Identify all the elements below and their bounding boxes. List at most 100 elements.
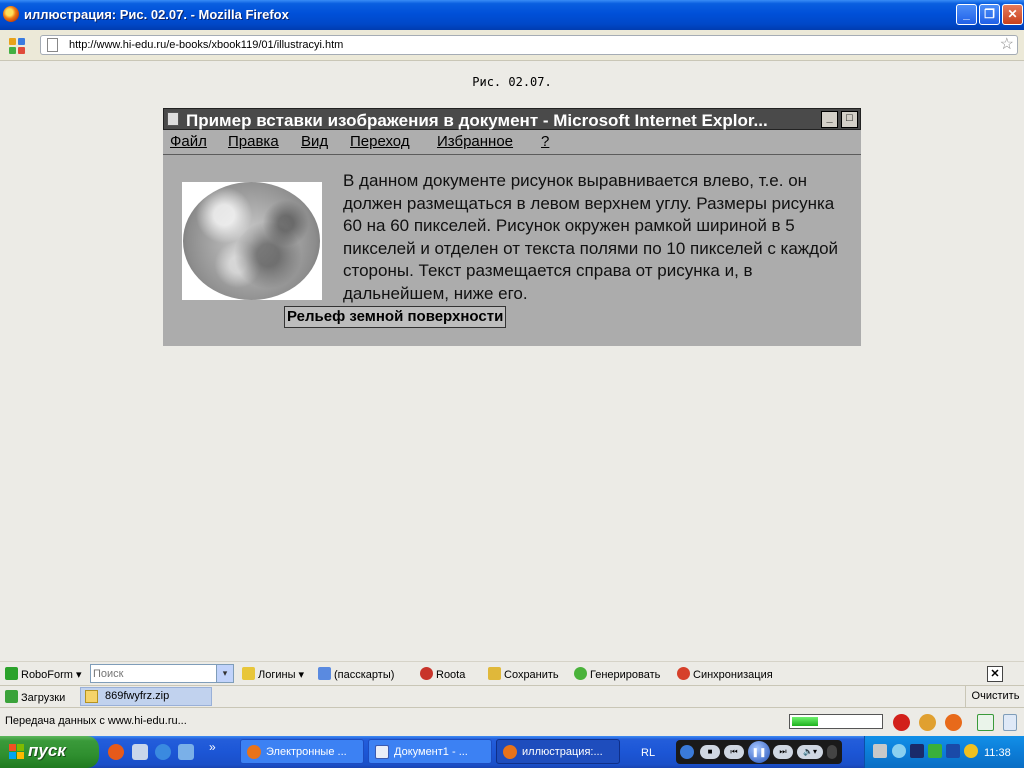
progress-fill (792, 717, 818, 726)
ie-maximize-button: □ (841, 111, 858, 128)
firefox-icon (503, 745, 517, 759)
stop-button[interactable]: ■ (700, 745, 720, 759)
task-label: Документ1 - ... (394, 746, 468, 758)
image-tooltip: Рельеф земной поверхности (284, 306, 507, 328)
navigation-bar: http://www.hi-edu.ru/e-books/xbook119/01… (0, 30, 1024, 61)
roota-label: Roota (436, 669, 466, 681)
downloads-bar: Загрузки 869fwyfrz.zip Очистить (0, 685, 1024, 708)
roboform-label: RoboForm (21, 669, 73, 681)
save-button[interactable]: Сохранить (488, 667, 559, 681)
zip-file-icon (85, 690, 98, 703)
ie-window-illustration: Пример вставки изображения в документ - … (163, 108, 861, 346)
taskbar-item-document[interactable]: Документ1 - ... (368, 739, 492, 764)
ie-menu-edit: Правка (228, 133, 279, 150)
toolbar-close-button[interactable]: ✕ (987, 666, 1003, 682)
taskbar: пуск » Электронные ... Документ1 - ... и… (0, 736, 1024, 768)
smiley-addon-icon[interactable] (919, 714, 936, 731)
ie-title: Пример вставки изображения в документ - … (186, 111, 768, 130)
chevron-down-icon: ▾ (76, 669, 82, 681)
status-bar: Передача данных с www.hi-edu.ru... (0, 707, 1024, 737)
sync-button[interactable]: Синхронизация (677, 667, 773, 681)
taskbar-item-electronic[interactable]: Электронные ... (240, 739, 364, 764)
logins-label: Логины (258, 669, 296, 681)
lightning-icon (574, 667, 587, 680)
restore-button[interactable]: ❐ (979, 4, 1000, 25)
search-dropdown-icon[interactable]: ▾ (216, 665, 233, 682)
download-icon (5, 690, 18, 703)
ie-menu-file: Файл (170, 133, 207, 150)
adblock-icon[interactable] (893, 714, 910, 731)
roboform-tray-icon[interactable] (928, 744, 942, 758)
search-field[interactable]: ▾ (90, 664, 234, 683)
network-icon[interactable] (873, 744, 887, 758)
search-input[interactable] (91, 665, 217, 682)
task-label: Электронные ... (266, 746, 347, 758)
ie-menu-favorites: Избранное (437, 133, 514, 150)
ie-document-icon (167, 112, 179, 126)
sync-label: Синхронизация (693, 669, 773, 681)
quicklaunch-more-button[interactable]: » (209, 740, 216, 754)
word-document-icon (375, 745, 389, 759)
roboform-button[interactable]: RoboForm ▾ (5, 667, 82, 681)
quicklaunch-app-icon[interactable] (108, 744, 124, 760)
internet-explorer-icon[interactable] (155, 744, 171, 760)
tray-box-icon[interactable] (946, 744, 960, 758)
ie-menu-help: ? (541, 133, 550, 150)
ie-menu-go: Переход (350, 133, 410, 150)
save-label: Сохранить (504, 669, 559, 681)
volume-button[interactable]: 🔈▾ (797, 745, 823, 759)
previous-button[interactable]: ⏮ (724, 745, 744, 759)
clock: 11:38 (984, 747, 1011, 759)
media-player-toolbar: ■ ⏮ ❚❚ ⏭ 🔈▾ (676, 740, 842, 764)
roota-icon (420, 667, 433, 680)
start-button[interactable]: пуск (0, 736, 99, 768)
ie-menu-view: Вид (301, 133, 329, 150)
logins-button[interactable]: Логины ▾ (242, 667, 304, 681)
address-bar[interactable]: http://www.hi-edu.ru/e-books/xbook119/01… (40, 35, 1018, 55)
taskbar-item-illustration[interactable]: иллюстрация:... (496, 739, 620, 764)
sidebar-toggle-icon[interactable] (1003, 714, 1017, 731)
close-button[interactable]: ✕ (1002, 4, 1023, 25)
ie-body-text: В данном документе рисунок выравнивается… (343, 171, 839, 303)
start-label: пуск (28, 741, 66, 760)
generate-label: Генерировать (590, 669, 661, 681)
sheet-addon-icon[interactable] (977, 714, 994, 731)
passcards-icon (318, 667, 331, 680)
status-text: Передача данных с www.hi-edu.ru... (5, 715, 187, 727)
restore-player-icon[interactable] (827, 745, 837, 759)
quicklaunch-keyboard-icon[interactable] (132, 744, 148, 760)
passcards-button[interactable]: (пасскарты) (318, 667, 394, 681)
language-indicator[interactable]: RL (641, 747, 655, 759)
generate-button[interactable]: Генерировать (574, 667, 660, 681)
tray-media-icon[interactable] (964, 744, 978, 758)
passcards-label: (пасскарты) (334, 669, 395, 681)
download-item[interactable]: 869fwyfrz.zip (80, 687, 212, 706)
bookmark-star-icon[interactable]: ☆ (1000, 36, 1014, 54)
firefox-addon-icon[interactable] (945, 714, 962, 731)
minimize-button[interactable]: _ (956, 4, 977, 25)
downloads-label: Загрузки (21, 692, 66, 704)
page-load-progress (789, 714, 883, 729)
next-button[interactable]: ⏭ (773, 745, 793, 759)
task-label: иллюстрация:... (522, 746, 603, 758)
downloads-label-group[interactable]: Загрузки (5, 690, 65, 704)
download-filename: 869fwyfrz.zip (105, 690, 170, 702)
clear-downloads-button[interactable]: Очистить (965, 686, 1024, 708)
logins-icon (242, 667, 255, 680)
show-desktop-icon[interactable] (178, 744, 194, 760)
play-pause-button[interactable]: ❚❚ (748, 741, 770, 763)
url-text[interactable]: http://www.hi-edu.ru/e-books/xbook119/01… (69, 39, 343, 51)
roota-button[interactable]: Roota (420, 667, 465, 681)
app-grid-icon[interactable] (9, 38, 25, 54)
ie-title-bar: Пример вставки изображения в документ - … (163, 108, 861, 130)
player-logo-icon (680, 745, 694, 759)
figure-caption: Рис. 02.07. (472, 75, 552, 89)
firefox-icon (247, 745, 261, 759)
tray-app-icon[interactable] (892, 744, 906, 758)
page-content: Рис. 02.07. Пример вставки изображения в… (0, 61, 1024, 661)
earth-relief-image (182, 182, 322, 300)
monitor-icon[interactable] (910, 744, 924, 758)
save-icon (488, 667, 501, 680)
firefox-icon (3, 6, 19, 22)
windows-flag-icon (9, 744, 25, 760)
